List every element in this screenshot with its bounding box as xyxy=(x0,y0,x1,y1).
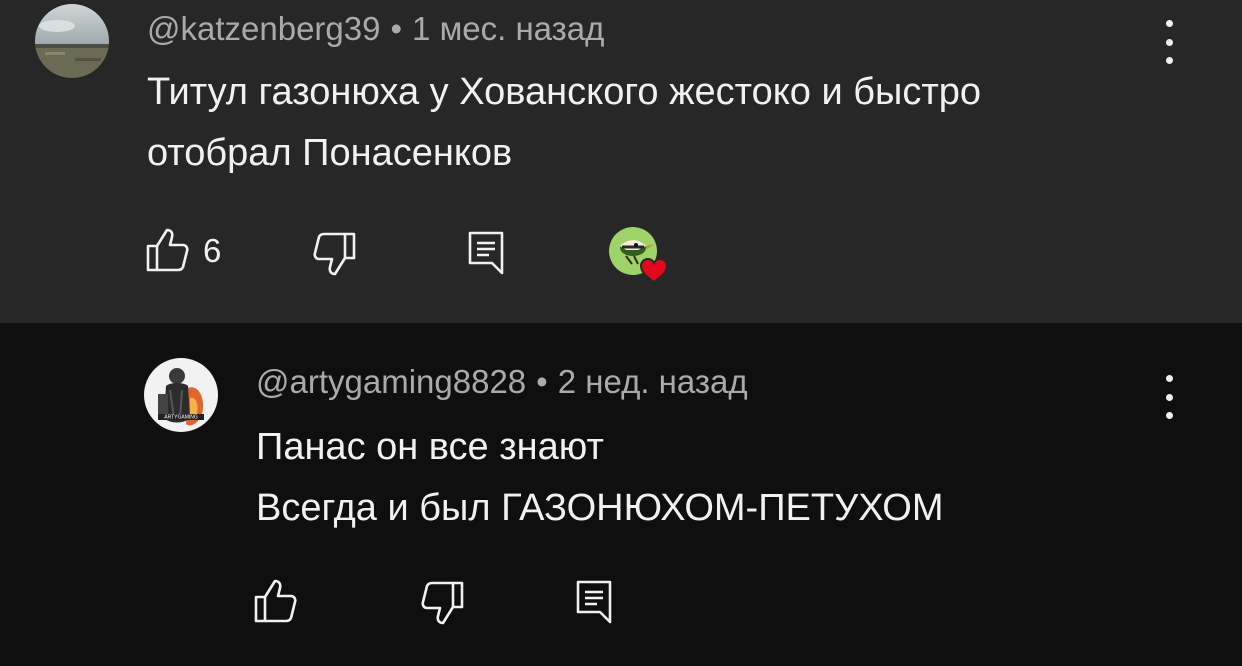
comment-text: Панас он все знают Всегда и был ГАЗОНЮХО… xyxy=(256,417,1216,539)
avatar[interactable]: ARTYGAMING xyxy=(144,358,218,432)
thumbs-down-icon xyxy=(421,581,464,625)
creator-heart-badge xyxy=(608,226,670,284)
reply-button[interactable] xyxy=(575,579,615,625)
separator-dot: • xyxy=(390,10,403,47)
thumbs-up-icon xyxy=(254,579,297,623)
creator-heart-icon xyxy=(609,227,669,284)
comment-text: Титул газонюха у Хованского жестоко и бы… xyxy=(147,62,1147,184)
comment-line: Всегда и был ГАЗОНЮХОМ-ПЕТУХОМ xyxy=(256,487,944,529)
comment-line: Титул газонюха у Хованского жестоко и бы… xyxy=(147,71,982,113)
reply-icon xyxy=(576,580,612,624)
comment-header: @artygaming8828 • 2 нед. назад xyxy=(256,363,748,401)
comment-2: ARTYGAMING @artygaming8828 • 2 нед. назад … xyxy=(0,323,1242,666)
comment-header: @katzenberg39 • 1 мес. назад xyxy=(147,10,604,48)
more-vert-icon[interactable] xyxy=(1154,20,1184,64)
separator-dot: • xyxy=(536,363,548,400)
comment-line: Панас он все знают xyxy=(256,426,604,468)
author-name[interactable]: @katzenberg39 xyxy=(147,10,380,47)
avatar-text: ARTYGAMING xyxy=(164,415,198,421)
dislike-button[interactable] xyxy=(313,230,357,278)
like-button[interactable] xyxy=(253,577,297,625)
timestamp[interactable]: 2 нед. назад xyxy=(558,363,748,400)
like-button[interactable] xyxy=(145,226,189,274)
thumbs-down-icon xyxy=(313,232,356,276)
comment-1: @katzenberg39 • 1 мес. назад Титул газонюх… xyxy=(0,0,1242,323)
more-vert-icon[interactable] xyxy=(1154,375,1184,419)
timestamp[interactable]: 1 мес. назад xyxy=(412,10,604,47)
comment-line: отобрал Понасенков xyxy=(147,132,513,174)
thumbs-up-icon xyxy=(146,228,189,272)
reply-button[interactable] xyxy=(467,230,507,276)
like-count: 6 xyxy=(203,232,222,269)
avatar-landscape-image xyxy=(35,4,109,78)
avatar[interactable] xyxy=(35,4,109,78)
author-name[interactable]: @artygaming8828 xyxy=(256,363,526,400)
avatar-soldier-image: ARTYGAMING xyxy=(144,358,218,432)
dislike-button[interactable] xyxy=(421,579,465,627)
reply-icon xyxy=(468,231,504,275)
